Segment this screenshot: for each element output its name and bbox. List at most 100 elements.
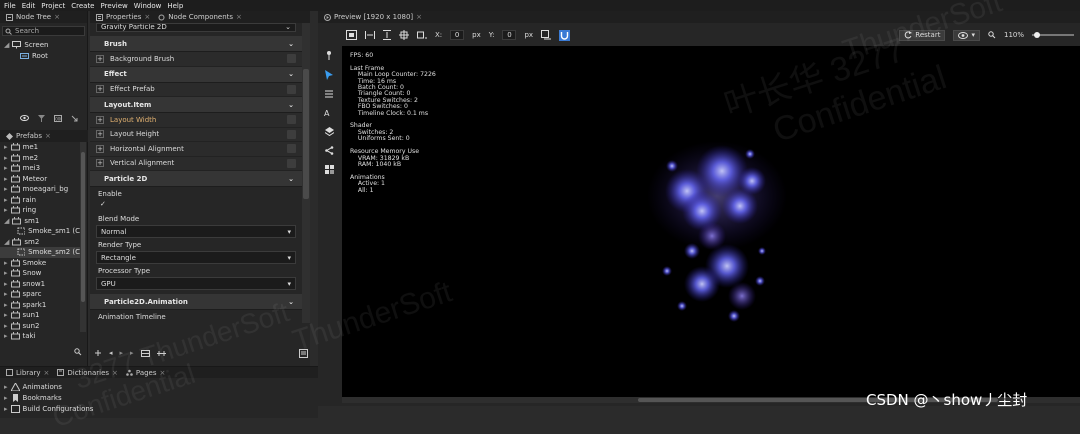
node-tree-search-input[interactable]: Search xyxy=(2,26,85,36)
close-icon[interactable]: × xyxy=(43,369,49,377)
close-icon[interactable]: × xyxy=(54,13,60,21)
property-background-brush[interactable]: + Background Brush xyxy=(90,52,302,67)
prefab-item[interactable]: ◢ sm2 xyxy=(0,237,80,248)
prefab-item[interactable]: ▸ rain xyxy=(0,195,80,206)
scrollbar-thumb[interactable] xyxy=(81,152,85,302)
expand-arrow-icon[interactable]: ▸ xyxy=(4,405,8,413)
property-vertical-alignment[interactable]: + Vertical Alignment xyxy=(90,156,302,171)
prefab-item[interactable]: ◢ sm1 xyxy=(0,216,80,227)
section-layout-item[interactable]: Layout.Item ⌄ xyxy=(90,97,302,113)
expand-arrow-icon[interactable]: ▸ xyxy=(4,175,8,183)
prefab-item[interactable]: ▸ moeagari_bg xyxy=(0,184,80,195)
text-tool-icon[interactable]: A xyxy=(324,108,334,117)
render-type-select[interactable]: Rectangle ▾ xyxy=(96,251,296,264)
components-icon[interactable] xyxy=(324,165,334,174)
eye-icon[interactable] xyxy=(20,115,29,121)
plus-icon[interactable]: + xyxy=(96,159,104,168)
plus-icon[interactable]: + xyxy=(96,144,104,153)
tab-prefabs[interactable]: Prefabs × xyxy=(4,130,53,142)
section-particle-2d[interactable]: Particle 2D ⌄ xyxy=(90,171,302,187)
close-icon[interactable]: × xyxy=(144,13,150,21)
prefab-scrollbar[interactable] xyxy=(80,142,86,332)
prefab-item[interactable]: ▸ Snow xyxy=(0,268,80,279)
section-effect[interactable]: Effect ⌄ xyxy=(90,66,302,83)
chevron-down-icon[interactable]: ⌄ xyxy=(288,40,294,48)
menu-preview[interactable]: Preview xyxy=(101,2,128,10)
plus-icon[interactable]: + xyxy=(96,115,104,124)
collapse-icon[interactable] xyxy=(71,115,78,122)
prefab-item[interactable]: ▸ sun1 xyxy=(0,310,80,321)
prefab-search-icon[interactable] xyxy=(74,348,82,356)
prefab-item[interactable]: ▸ sun2 xyxy=(0,321,80,332)
search-icon[interactable] xyxy=(74,348,82,356)
fit-height-icon[interactable] xyxy=(383,30,391,40)
prefab-item[interactable]: ▸ me1 xyxy=(0,142,80,153)
layers-icon[interactable] xyxy=(324,127,334,136)
enable-checkbox[interactable]: ✓ xyxy=(100,200,106,208)
expand-arrow-icon[interactable]: ▸ xyxy=(4,280,8,288)
prefab-item[interactable]: Smoke_sm1 (C xyxy=(0,226,80,237)
prefab-item[interactable]: ▸ Meteor xyxy=(0,174,80,185)
chevron-down-icon[interactable]: ⌄ xyxy=(288,298,294,306)
expand-arrow-icon[interactable]: ◢ xyxy=(4,238,9,246)
prefab-item[interactable]: ▸ snow1 xyxy=(0,279,80,290)
close-icon[interactable]: × xyxy=(416,13,422,21)
menu-edit[interactable]: Edit xyxy=(22,2,36,10)
pin-icon[interactable] xyxy=(287,158,296,168)
prefab-item[interactable]: Smoke_sm2 (C xyxy=(0,247,80,258)
library-item-build-configurations[interactable]: ▸ Build Configurations xyxy=(0,403,318,414)
property-layout-width[interactable]: + Layout Width xyxy=(90,113,302,128)
preview-canvas[interactable]: FPS: 60 Last Frame Main Loop Counter: 72… xyxy=(342,46,1080,397)
grid-icon[interactable]: 000 xyxy=(54,114,62,122)
processor-type-select[interactable]: GPU ▾ xyxy=(96,277,296,290)
expand-arrow-icon[interactable]: ▸ xyxy=(4,143,8,151)
chevron-down-icon[interactable]: ⌄ xyxy=(288,175,294,183)
select-tool-icon[interactable] xyxy=(325,70,333,80)
expand-arrow-icon[interactable]: ▸ xyxy=(4,311,8,319)
property-effect-prefab[interactable]: + Effect Prefab xyxy=(90,82,302,97)
zoom-slider[interactable] xyxy=(1032,32,1074,38)
filter-icon[interactable] xyxy=(38,114,45,122)
pick-tool-icon[interactable] xyxy=(325,50,334,60)
expand-arrow-icon[interactable]: ▸ xyxy=(4,259,8,267)
tab-preview[interactable]: Preview [1920 x 1080] × xyxy=(322,11,424,23)
expand-arrow-icon[interactable]: ◢ xyxy=(4,41,9,49)
menu-help[interactable]: Help xyxy=(167,2,183,10)
align-icon[interactable] xyxy=(417,30,427,40)
chevron-down-icon[interactable]: ⌄ xyxy=(288,70,294,78)
tab-library[interactable]: Library × xyxy=(4,367,51,379)
expand-arrow-icon[interactable]: ▸ xyxy=(4,206,8,214)
node-type-select[interactable]: Gravity Particle 2D ⌄ xyxy=(96,23,296,32)
plus-icon[interactable]: + xyxy=(96,85,104,94)
prefab-item[interactable]: ▸ Smoke xyxy=(0,258,80,269)
pin-icon[interactable] xyxy=(287,54,296,64)
magnet-icon[interactable] xyxy=(559,29,571,41)
menu-project[interactable]: Project xyxy=(41,2,65,10)
menu-window[interactable]: Window xyxy=(134,2,162,10)
scrollbar-thumb[interactable] xyxy=(303,69,309,199)
expand-arrow-icon[interactable]: ▸ xyxy=(4,332,8,340)
y-input[interactable]: 0 xyxy=(502,30,517,40)
prefab-item[interactable]: ▸ ring xyxy=(0,205,80,216)
x-input[interactable]: 0 xyxy=(450,30,465,40)
tab-properties[interactable]: Properties × xyxy=(94,11,152,23)
plus-icon[interactable]: + xyxy=(96,130,104,139)
expand-arrow-icon[interactable]: ▸ xyxy=(4,290,8,298)
expand-arrow-icon[interactable]: ▸ xyxy=(4,383,8,391)
safe-area-icon[interactable] xyxy=(346,30,357,40)
expand-arrow-icon[interactable]: ▸ xyxy=(4,301,8,309)
properties-scrollbar[interactable] xyxy=(302,23,310,323)
pin-icon[interactable] xyxy=(287,129,296,139)
share-icon[interactable] xyxy=(324,146,334,155)
section-brush[interactable]: Brush ⌄ xyxy=(90,36,302,52)
tree-item-root[interactable]: Root xyxy=(0,51,87,62)
expand-arrow-icon[interactable]: ▸ xyxy=(4,322,8,330)
menu-file[interactable]: File xyxy=(4,2,16,10)
expand-icon[interactable] xyxy=(399,30,409,40)
tree-item-screen[interactable]: ◢ Screen xyxy=(0,40,87,51)
fit-width-icon[interactable] xyxy=(365,31,375,39)
tab-node-tree[interactable]: Node Tree × xyxy=(4,11,62,23)
blend-mode-select[interactable]: Normal ▾ xyxy=(96,225,296,238)
tab-node-components[interactable]: Node Components × xyxy=(156,11,244,23)
plus-icon[interactable]: + xyxy=(96,54,104,63)
